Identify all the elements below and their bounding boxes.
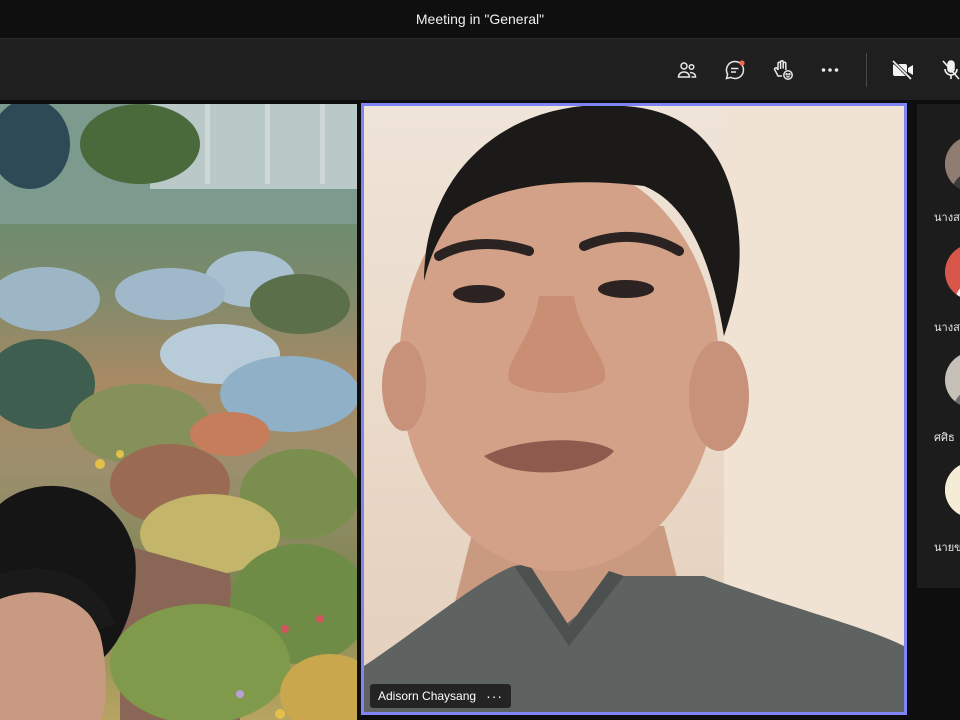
avatar — [945, 244, 960, 300]
roster-item[interactable]: ศศิธ — [917, 324, 960, 444]
speaker-name-tag: Adisorn Chaysang ··· — [370, 684, 512, 708]
speaker-video — [364, 106, 904, 712]
people-icon — [677, 62, 697, 78]
raise-hand-icon — [773, 60, 793, 80]
roster-name: นายข — [934, 542, 960, 554]
participants-button[interactable] — [672, 55, 702, 85]
more-options-icon — [821, 68, 839, 72]
roster-item[interactable]: นางส — [917, 104, 960, 224]
more-actions-button[interactable] — [815, 55, 845, 85]
avatar — [945, 136, 960, 192]
notification-dot — [739, 60, 745, 66]
roster-item[interactable]: นางส — [917, 214, 960, 334]
active-speaker-tile[interactable]: Adisorn Chaysang ··· — [361, 103, 907, 715]
speaker-name: Adisorn Chaysang — [378, 689, 477, 703]
title-bar: Meeting in "General" — [0, 0, 960, 38]
speaker-more-options[interactable]: ··· — [486, 688, 503, 704]
mic-off-icon — [942, 60, 960, 80]
avatar — [945, 352, 960, 408]
meeting-title: Meeting in "General" — [415, 11, 545, 27]
avatar — [945, 462, 960, 518]
toolbar-divider — [866, 53, 867, 87]
background-image — [0, 104, 357, 720]
roster-item[interactable]: นายข — [917, 434, 960, 554]
participant-video-tile[interactable] — [0, 104, 357, 720]
participant-roster: นางส นางส ศศิธ นายข — [917, 104, 960, 588]
chat-icon — [725, 60, 745, 80]
meeting-toolbar — [0, 38, 960, 101]
camera-toggle-button[interactable] — [888, 55, 918, 85]
mic-toggle-button[interactable] — [936, 55, 960, 85]
camera-off-icon — [891, 59, 913, 81]
reactions-button[interactable] — [768, 55, 798, 85]
chat-button[interactable] — [720, 55, 750, 85]
